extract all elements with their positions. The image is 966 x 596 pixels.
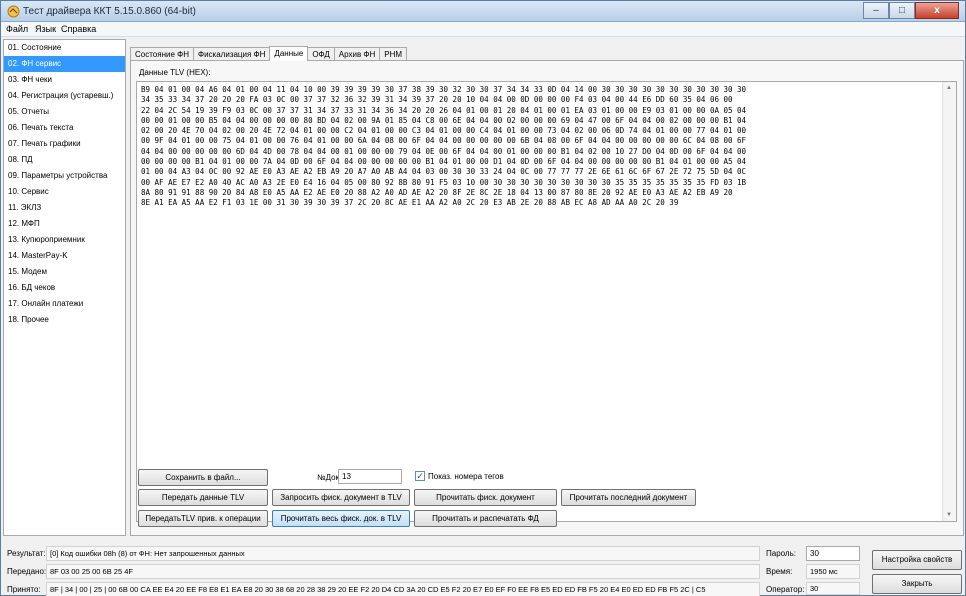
read-print-fd-button[interactable]: Прочитать и распечатать ФД	[414, 510, 557, 527]
vertical-scrollbar[interactable]: ▲ ▼	[942, 82, 956, 521]
time-field: 1950 мс	[806, 564, 860, 579]
sidebar-item[interactable]: 14. MasterPay-K	[4, 248, 125, 264]
hex-line: 01 00 04 A3 04 0C 00 92 AE E0 A3 AE A2 E…	[141, 167, 747, 177]
sidebar-item[interactable]: 06. Печать текста	[4, 120, 125, 136]
sidebar-list[interactable]: 01. Состояние 02. ФН сервис 03. ФН чеки 04.…	[3, 39, 126, 536]
hex-line: 00 00 00 00 B1 04 01 00 00 7A 04 0D 00 6…	[141, 157, 747, 167]
sidebar-item[interactable]: 11. ЭКЛЗ	[4, 200, 125, 216]
hex-line: 00 00 01 00 00 B5 04 04 00 00 00 00 80 B…	[141, 115, 747, 125]
hex-line: 04 04 00 00 00 00 00 6D 04 4D 00 78 04 0…	[141, 146, 747, 156]
close-button[interactable]: Закрыть	[872, 574, 962, 594]
time-label: Время:	[766, 567, 793, 576]
sidebar-item[interactable]: 02. ФН сервис	[4, 56, 125, 72]
result-label: Результат:	[7, 549, 46, 558]
menu-file[interactable]: Файл	[6, 24, 28, 34]
sidebar-item[interactable]: 03. ФН чеки	[4, 72, 125, 88]
tab[interactable]: Состояние ФН	[130, 47, 194, 61]
tlv-hex-textarea[interactable]: B9 04 01 00 04 A6 04 01 00 04 11 04 10 0…	[136, 81, 957, 522]
tab[interactable]: Фискализация ФН	[193, 47, 271, 61]
data-panel: Данные TLV (HEX): B9 04 01 00 04 A6 04 0…	[130, 60, 964, 536]
maximize-button[interactable]: □	[889, 2, 915, 19]
sidebar-item[interactable]: 16. БД чеков	[4, 280, 125, 296]
sidebar-item[interactable]: 07. Печать графики	[4, 136, 125, 152]
received-label: Принято:	[7, 585, 41, 594]
password-label: Пароль:	[766, 549, 796, 558]
sidebar-item[interactable]: 15. Модем	[4, 264, 125, 280]
hex-line: 00 AF AE E7 E2 A0 40 AC A0 A3 2E E0 E4 1…	[141, 177, 747, 187]
sidebar-item[interactable]: 12. МФП	[4, 216, 125, 232]
sidebar-item[interactable]: 08. ПД	[4, 152, 125, 168]
tab[interactable]: ОФД	[307, 47, 335, 61]
operator-field: 30	[806, 582, 860, 595]
sent-field: 8F 03 00 25 00 6B 25 4F	[46, 564, 760, 579]
send-tlv-operation-button[interactable]: ПередатьTLV прив. к операции	[138, 510, 268, 527]
request-fisc-doc-tlv-button[interactable]: Запросить фиск. документ в TLV	[272, 489, 410, 506]
sent-label: Передано:	[7, 567, 47, 576]
tab[interactable]: Данные	[269, 46, 309, 61]
result-field: [0] Код ошибки 08h (8) от ФН: Нет запрош…	[46, 546, 760, 561]
sidebar-item[interactable]: 13. Купюроприемник	[4, 232, 125, 248]
title-bar[interactable]: Тест драйвера ККТ 5.15.0.860 (64-bit) – …	[1, 1, 965, 22]
sidebar-item[interactable]: 10. Сервис	[4, 184, 125, 200]
send-tlv-button[interactable]: Передать данные TLV	[138, 489, 268, 506]
read-last-doc-button[interactable]: Прочитать последний документ	[561, 489, 696, 506]
window-title: Тест драйвера ККТ 5.15.0.860 (64-bit)	[23, 6, 196, 17]
tab[interactable]: РНМ	[379, 47, 408, 61]
sidebar-item[interactable]: 05. Отчеты	[4, 104, 125, 120]
tlv-hex-text: B9 04 01 00 04 A6 04 01 00 04 11 04 10 0…	[141, 85, 937, 209]
menu-bar: Файл Язык Справка	[1, 22, 965, 37]
show-tag-numbers-label: Показ. номера тегов	[428, 472, 504, 481]
hex-line: B9 04 01 00 04 A6 04 01 00 04 11 04 10 0…	[141, 85, 747, 94]
read-fisc-doc-button[interactable]: Прочитать фиск. документ	[414, 489, 557, 506]
scroll-up-icon[interactable]: ▲	[946, 85, 952, 91]
hex-line: 8A 80 91 91 88 90 20 84 A8 E0 A5 AA E2 A…	[141, 187, 733, 197]
doc-number-input[interactable]: 13	[338, 469, 402, 484]
hex-line: 8E A1 EA A5 AA E2 F1 03 1E 00 31 30 39 3…	[141, 198, 679, 208]
maximize-icon: □	[898, 5, 906, 16]
app-icon	[7, 5, 20, 18]
settings-button[interactable]: Настройка свойств	[872, 550, 962, 570]
operator-label: Оператор:	[766, 585, 805, 594]
minimize-button[interactable]: –	[863, 2, 889, 19]
menu-help[interactable]: Справка	[61, 24, 96, 34]
close-icon: x	[934, 5, 940, 16]
sidebar-item[interactable]: 04. Регистрация (устаревш.)	[4, 88, 125, 104]
hex-line: 02 00 20 4E 70 04 02 00 20 4E 72 04 01 0…	[141, 126, 747, 136]
sidebar-item[interactable]: 18. Прочее	[4, 312, 125, 328]
sidebar-item[interactable]: 17. Онлайн платежи	[4, 296, 125, 312]
scroll-down-icon[interactable]: ▼	[946, 512, 952, 518]
password-input[interactable]: 30	[806, 546, 860, 561]
hex-line: 22 04 2C 54 19 39 F9 03 0C 00 37 37 31 3…	[141, 105, 747, 115]
sidebar-item[interactable]: 01. Состояние	[4, 40, 125, 56]
close-window-button[interactable]: x	[915, 2, 959, 19]
tlv-data-label: Данные TLV (HEX):	[139, 68, 211, 77]
read-all-fisc-doc-tlv-button[interactable]: Прочитать весь фиск. док. в TLV	[272, 510, 410, 527]
show-tag-numbers-checkbox[interactable]: ✓	[415, 471, 425, 481]
minimize-icon: –	[873, 5, 879, 16]
save-to-file-button[interactable]: Сохранить в файл...	[138, 469, 268, 486]
hex-line: 00 9F 04 01 00 00 75 04 01 00 00 76 04 0…	[141, 136, 747, 146]
main-window: Тест драйвера ККТ 5.15.0.860 (64-bit) – …	[0, 0, 966, 596]
sidebar-item[interactable]: 09. Параметры устройства	[4, 168, 125, 184]
received-field: 8F | 34 | 00 | 25 | 00 6B 00 CA EE E4 20…	[46, 582, 760, 596]
tab[interactable]: Архив ФН	[333, 47, 381, 61]
hex-line: 34 35 33 34 37 20 20 20 FA 03 0C 00 37 3…	[141, 95, 733, 105]
tab-bar: Состояние ФН Фискализация ФН Данные ОФД Архи…	[130, 46, 408, 61]
menu-language[interactable]: Язык	[35, 24, 56, 34]
